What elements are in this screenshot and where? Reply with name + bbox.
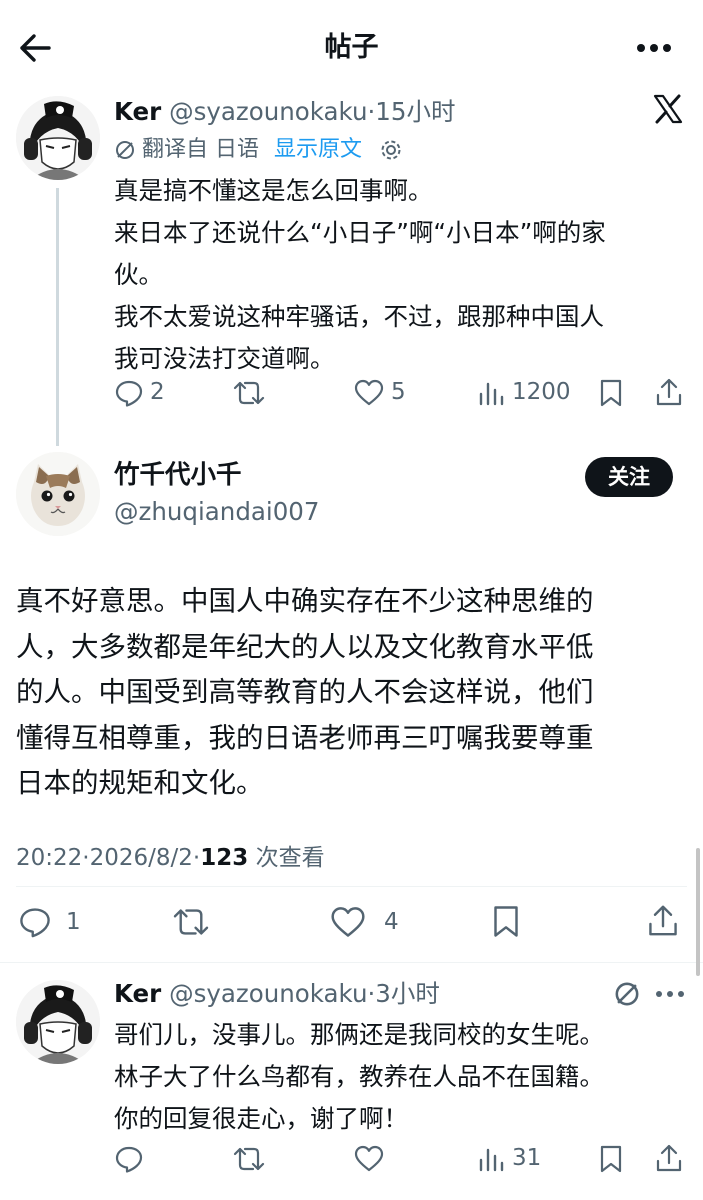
retweet-icon[interactable] <box>171 906 211 938</box>
text-line: 日本的规矩和文化。 <box>16 767 264 799</box>
text-line: 真不好意思。中国人中确实存在不少这种思维的 <box>16 585 594 617</box>
like-icon[interactable] <box>330 906 366 939</box>
timestamp[interactable]: 3小时 <box>375 979 440 1008</box>
text-line: 我可没法打交道啊。 <box>114 344 335 373</box>
bookmark-icon[interactable] <box>492 904 520 939</box>
text-line: 林子大了什么鸟都有，教养在人品不在国籍。 <box>114 1062 604 1091</box>
avatar[interactable] <box>16 96 100 180</box>
bookmark-icon[interactable] <box>599 378 623 408</box>
divider <box>0 962 703 963</box>
retweet-icon[interactable] <box>232 379 266 407</box>
like-count: 4 <box>384 909 399 935</box>
reply-count: 1 <box>66 909 81 935</box>
tweet-text: 真不好意思。中国人中确实存在不少这种思维的 人，大多数都是年纪大的人以及文化教育… <box>16 579 696 807</box>
view-count: 31 <box>512 1145 542 1171</box>
timestamp[interactable]: 15小时 <box>375 97 455 126</box>
display-name[interactable]: Ker <box>114 979 161 1008</box>
more-options-icon[interactable] <box>655 989 685 999</box>
divider <box>16 886 687 887</box>
share-icon[interactable] <box>647 903 679 938</box>
show-original-link[interactable]: 显示原文 <box>274 137 362 162</box>
share-icon[interactable] <box>655 1143 683 1173</box>
reply-icon[interactable] <box>114 1144 144 1174</box>
text-line: 伙。 <box>114 260 163 289</box>
handle[interactable]: @syazounokaku <box>169 979 367 1008</box>
like-count: 5 <box>391 379 406 405</box>
reply-count: 2 <box>150 379 165 405</box>
text-line: 人，大多数都是年纪大的人以及文化教育水平低 <box>16 630 594 663</box>
text-line: 哥们儿，没事儿。那俩还是我同校的女生呢。 <box>114 1020 604 1049</box>
translated-from-label: 翻译自 日语 <box>142 137 259 162</box>
tweet-text: 哥们儿，没事儿。那俩还是我同校的女生呢。 林子大了什么鸟都有，教养在人品不在国籍… <box>114 1014 694 1140</box>
gear-icon[interactable] <box>379 138 403 162</box>
more-options-icon[interactable] <box>636 42 672 54</box>
avatar[interactable] <box>16 980 100 1064</box>
text-line: 懂得互相尊重，我的日语老师再三叮嘱我要尊重 <box>16 721 594 754</box>
view-count: 1200 <box>512 379 571 405</box>
share-icon[interactable] <box>655 377 683 407</box>
handle[interactable]: @zhuqiandai007 <box>114 495 319 529</box>
retweet-icon[interactable] <box>232 1145 266 1173</box>
scrollbar[interactable] <box>696 848 700 976</box>
views-label: 次查看 <box>255 845 325 871</box>
follow-button[interactable]: 关注 <box>585 457 673 497</box>
author-line: Ker @syazounokaku·15小时 <box>114 96 455 128</box>
tweet-date[interactable]: 2026/8/2 <box>90 845 193 871</box>
text-line: 你的回复很走心，谢了啊！ <box>114 1104 408 1133</box>
tweet-time[interactable]: 20:22 <box>16 845 82 871</box>
display-name[interactable]: 竹千代小千 <box>114 458 242 492</box>
translation-bar: 翻译自 日语 显示原文 <box>114 134 403 166</box>
separator: · <box>82 845 90 871</box>
handle[interactable]: @syazounokaku <box>169 97 367 126</box>
reply-icon[interactable] <box>114 378 144 408</box>
bookmark-icon[interactable] <box>599 1144 623 1174</box>
like-icon[interactable] <box>354 1145 384 1173</box>
text-line: 我不太爱说这种牢骚话，不过，跟那种中国人 <box>114 302 604 331</box>
text-line: 来日本了还说什么“小日子”啊“小日本”啊的家 <box>114 218 606 247</box>
reply-icon[interactable] <box>18 905 52 939</box>
tweet-text: 真是搞不懂这是怎么回事啊。 来日本了还说什么“小日子”啊“小日本”啊的家 伙。 … <box>114 170 694 380</box>
text-line: 的人。中国受到高等教育的人不会这样说，他们 <box>16 676 594 708</box>
like-icon[interactable] <box>354 379 384 407</box>
translate-icon[interactable] <box>613 980 641 1008</box>
display-name[interactable]: Ker <box>114 97 161 126</box>
views-count: 123 <box>200 845 249 871</box>
tweet-metadata: 20:22·2026/8/2·123 次查看 <box>16 842 325 874</box>
avatar[interactable] <box>16 452 100 536</box>
x-logo-icon <box>652 93 684 125</box>
views-icon[interactable] <box>478 1146 504 1172</box>
page-title: 帖子 <box>324 32 379 63</box>
views-icon[interactable] <box>478 380 504 406</box>
translate-icon <box>114 139 136 161</box>
author-line: Ker @syazounokaku·3小时 <box>114 978 440 1010</box>
text-line: 真是搞不懂这是怎么回事啊。 <box>114 176 433 205</box>
thread-line <box>56 188 59 446</box>
